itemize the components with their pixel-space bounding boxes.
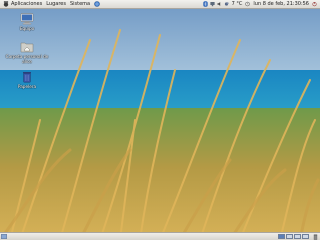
desktop-icon-computer[interactable]: Equipo [5, 13, 49, 31]
menu-places[interactable]: Lugares [44, 0, 68, 9]
computer-icon [20, 13, 34, 25]
bluetooth-icon[interactable] [202, 1, 208, 7]
weather-icon[interactable] [224, 1, 229, 7]
menu-places-label: Lugares [46, 1, 66, 7]
trash-icon [23, 72, 31, 83]
wallpaper-image [0, 0, 320, 240]
gnome-foot-icon [3, 1, 9, 7]
workspace-1[interactable] [278, 234, 285, 239]
web-browser-launcher-icon[interactable] [94, 1, 100, 7]
desktop-wallpaper [0, 0, 320, 240]
network-icon[interactable] [210, 1, 215, 7]
desktop-icon-home-folder-label: Carpeta personal de alice [5, 54, 49, 64]
workspace-switcher [277, 234, 309, 239]
volume-icon[interactable] [217, 1, 222, 7]
desktop-icon-computer-label: Equipo [19, 26, 35, 31]
home-folder-icon [20, 42, 34, 53]
workspace-4[interactable] [302, 234, 309, 239]
system-tray: 7 °C lun 8 de feb, 21:30:56 [202, 0, 320, 9]
clock-label[interactable]: lun 8 de feb, 21:30:56 [253, 1, 309, 7]
top-panel: Aplicaciones Lugares Sistema 7 °C lun 8 … [0, 0, 320, 9]
temperature-label[interactable]: 7 °C [232, 1, 243, 7]
menu-applications[interactable]: Aplicaciones [1, 0, 44, 9]
desktop-icon-trash-label: Papelera [17, 84, 37, 89]
clock-icon [245, 1, 251, 7]
show-desktop-icon[interactable] [1, 234, 7, 239]
desktop-icon-trash[interactable]: Papelera [5, 71, 49, 89]
panel-launchers [93, 1, 101, 7]
workspace-3[interactable] [294, 234, 301, 239]
panel-trash-icon[interactable] [313, 234, 318, 240]
bottom-panel [0, 232, 320, 240]
desktop-icon-home-folder[interactable]: Carpeta personal de alice [5, 41, 49, 64]
main-menu: Aplicaciones Lugares Sistema [0, 0, 92, 9]
shutdown-icon[interactable] [312, 1, 317, 7]
menu-system-label: Sistema [69, 1, 91, 7]
workspace-2[interactable] [286, 234, 293, 239]
menu-applications-label: Aplicaciones [11, 1, 43, 7]
menu-system[interactable]: Sistema [68, 0, 92, 9]
